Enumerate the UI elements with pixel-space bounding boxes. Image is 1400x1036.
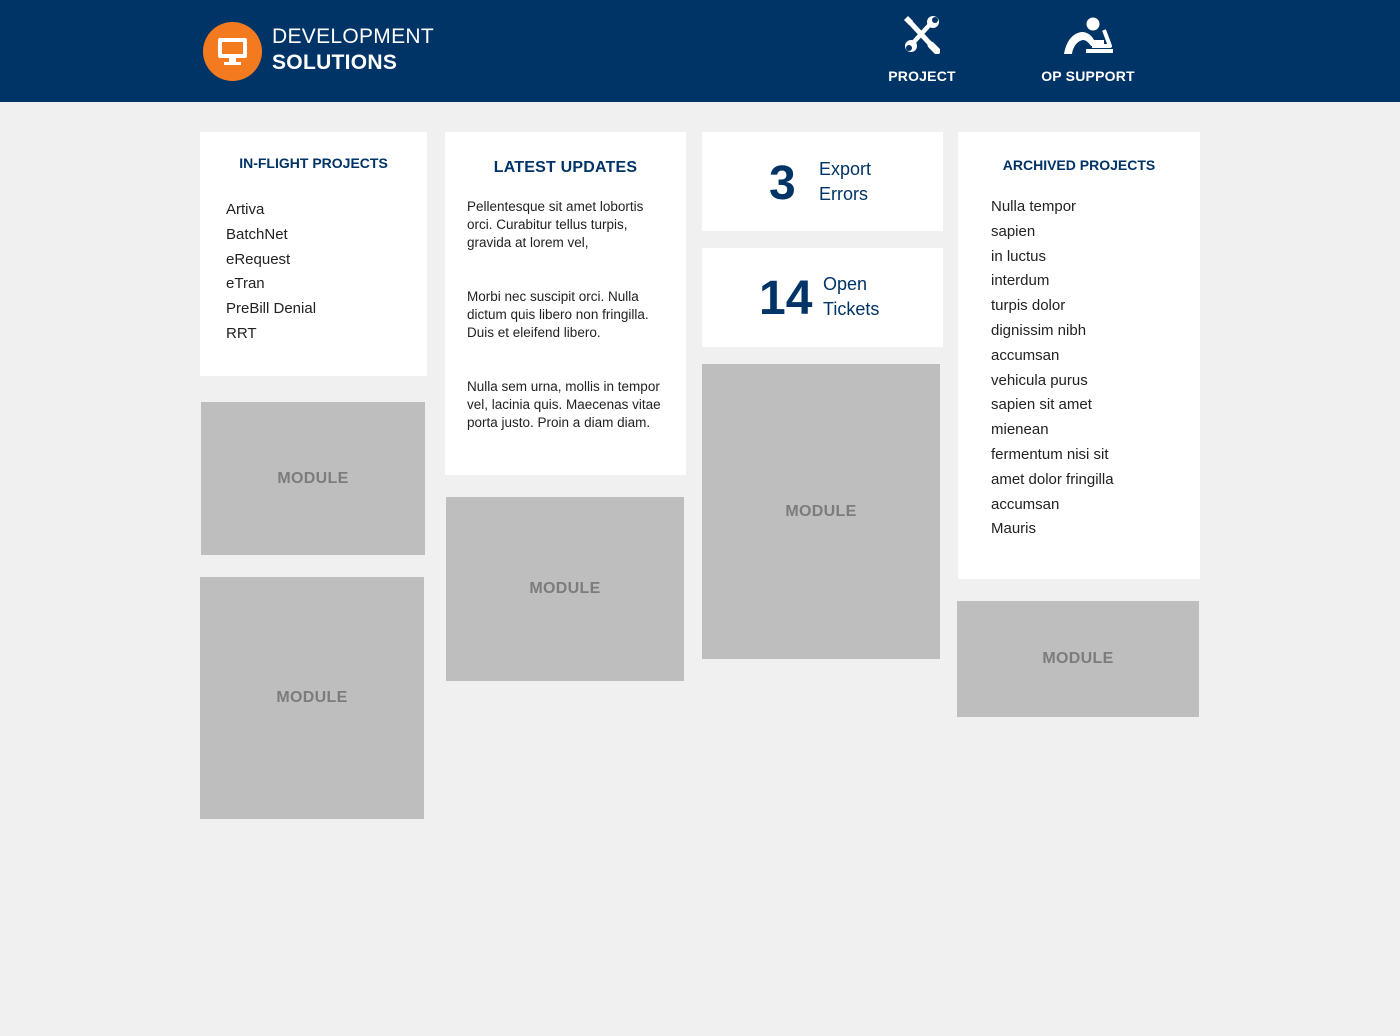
archived-project-item[interactable]: sapien sit amet — [991, 393, 1114, 418]
module-placeholder: MODULE — [201, 402, 425, 555]
brand-title-line1: DEVELOPMENT — [272, 25, 434, 48]
latest-updates-title: LATEST UPDATES — [493, 159, 638, 176]
archived-projects-list: Nulla tempor sapien in luctus interdum t… — [991, 195, 1114, 542]
inflight-projects-title: IN-FLIGHT PROJECTS — [239, 155, 388, 171]
archived-project-item[interactable]: Nulla tempor — [991, 195, 1114, 220]
archived-project-item[interactable]: amet dolor fringilla — [991, 468, 1114, 493]
archived-project-item[interactable]: accumsan — [991, 493, 1114, 518]
module-placeholder: MODULE — [957, 601, 1199, 717]
archived-project-item[interactable]: dignissim nibh — [991, 319, 1114, 344]
archived-project-item[interactable]: interdum — [991, 269, 1114, 294]
module-placeholder: MODULE — [446, 497, 684, 681]
inflight-projects-card: IN-FLIGHT PROJECTS Artiva BatchNet eRequ… — [200, 132, 427, 376]
nav-op-support-label: OP SUPPORT — [1041, 68, 1135, 84]
archived-project-item[interactable]: mienean — [991, 418, 1114, 443]
archived-project-item[interactable]: Mauris — [991, 517, 1114, 542]
archived-project-item[interactable]: vehicula purus — [991, 369, 1114, 394]
archived-project-item[interactable]: accumsan — [991, 344, 1114, 369]
archived-project-item[interactable]: fermentum nisi sit — [991, 443, 1114, 468]
archived-projects-card: ARCHIVED PROJECTS Nulla tempor sapien in… — [958, 132, 1200, 579]
top-header: DEVELOPMENT SOLUTIONS PROJECT OP SUPPORT — [0, 0, 1400, 102]
project-link-erequest[interactable]: eRequest — [226, 248, 316, 273]
brand-title-line2: SOLUTIONS — [272, 51, 398, 74]
project-link-artiva[interactable]: Artiva — [226, 198, 316, 223]
project-link-rrt[interactable]: RRT — [226, 322, 316, 347]
archived-project-item[interactable]: sapien — [991, 220, 1114, 245]
update-paragraph: Morbi nec suscipit orci. Nulla dictum qu… — [467, 289, 649, 340]
export-errors-count: 3 — [769, 157, 796, 210]
archived-projects-title: ARCHIVED PROJECTS — [1002, 157, 1156, 173]
tools-icon — [847, 16, 997, 54]
archived-project-item[interactable]: turpis dolor — [991, 294, 1114, 319]
inflight-projects-list: Artiva BatchNet eRequest eTran PreBill D… — [226, 198, 316, 347]
open-tickets-count: 14 — [759, 272, 813, 325]
nav-project[interactable]: PROJECT — [847, 16, 997, 84]
project-link-etran[interactable]: eTran — [226, 272, 316, 297]
export-errors-label: Export Errors — [819, 159, 872, 204]
logo[interactable] — [203, 22, 262, 81]
nav-op-support[interactable]: OP SUPPORT — [1013, 16, 1163, 84]
support-person-icon — [1013, 16, 1163, 54]
latest-updates-card: LATEST UPDATES Pellentesque sit amet lob… — [445, 132, 686, 475]
update-paragraph: Nulla sem urna, mollis in tempor vel, la… — [467, 379, 661, 430]
module-placeholder: MODULE — [200, 577, 424, 819]
project-link-prebill-denial[interactable]: PreBill Denial — [226, 297, 316, 322]
archived-project-item[interactable]: in luctus — [991, 245, 1114, 270]
nav-project-label: PROJECT — [888, 68, 956, 84]
open-tickets-stat[interactable]: 14 Open Tickets — [702, 248, 943, 347]
module-placeholder: MODULE — [702, 364, 940, 659]
open-tickets-label: Open Tickets — [823, 274, 880, 319]
export-errors-stat[interactable]: 3 Export Errors — [702, 132, 943, 231]
project-link-batchnet[interactable]: BatchNet — [226, 223, 316, 248]
update-paragraph: Pellentesque sit amet lobortis orci. Cur… — [467, 199, 644, 250]
